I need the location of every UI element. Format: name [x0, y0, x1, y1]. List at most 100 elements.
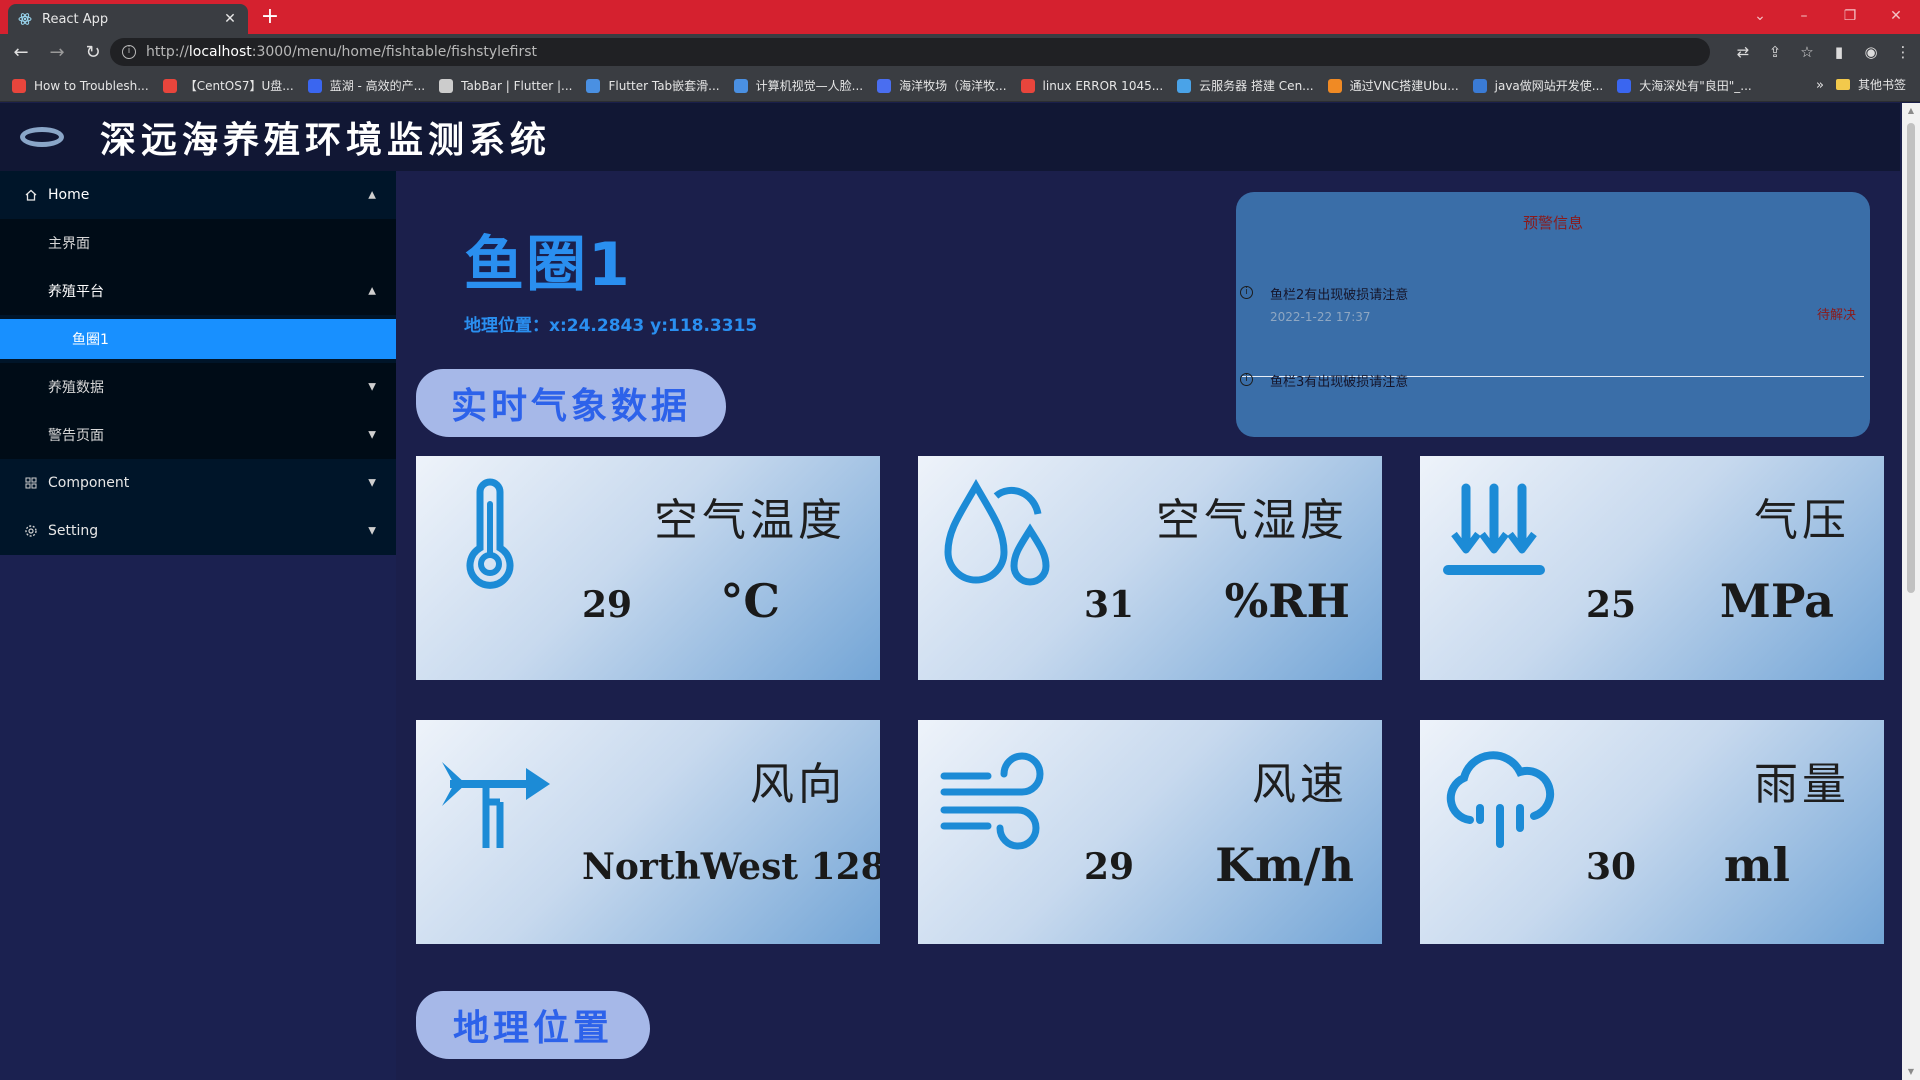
sidebar-item-breeding-data[interactable]: 养殖数据 ▼ — [0, 363, 396, 411]
bookmark-item[interactable]: 蓝湖 - 高效的产... — [307, 77, 426, 94]
profile-avatar-icon[interactable]: ◉ — [1856, 37, 1886, 67]
gear-icon — [24, 524, 38, 538]
card-label: 空气湿度 — [1156, 495, 1348, 546]
scroll-thumb[interactable] — [1907, 123, 1915, 593]
weather-card-air-pressure: 气压 25 MPa — [1420, 456, 1884, 680]
bookmark-item[interactable]: java做网站开发使... — [1472, 77, 1604, 94]
side-panel-icon[interactable]: ▮ — [1824, 37, 1854, 67]
bookmark-label: 海洋牧场（海洋牧... — [899, 79, 1007, 93]
card-value: 29 — [582, 584, 633, 626]
wind-vane-icon — [442, 762, 550, 848]
browser-toolbar: ← → ↻ i http://localhost:3000/menu/home/… — [0, 34, 1920, 70]
card-value: 31 — [1084, 584, 1135, 626]
bookmark-favicon-icon — [439, 78, 454, 93]
tab-title: React App — [42, 11, 109, 27]
sidebar-item-setting[interactable]: Setting ▼ — [0, 507, 396, 555]
bookmark-label: java做网站开发使... — [1494, 79, 1604, 93]
sidebar-item-label: 警告页面 — [48, 428, 104, 444]
alert-text: 鱼栏3有出现破损请注意 — [1270, 375, 1409, 390]
new-tab-icon[interactable]: + — [258, 6, 282, 30]
bookmark-label: 蓝湖 - 高效的产... — [329, 79, 426, 93]
bookmark-star-icon[interactable]: ☆ — [1792, 37, 1822, 67]
browser-menu-icon[interactable]: ⋮ — [1888, 37, 1918, 67]
sidebar-item-label: 养殖平台 — [48, 284, 104, 300]
bookmark-label: How to Troublesh... — [34, 78, 149, 93]
bookmarks-bar: How to Troublesh... 【CentOS7】U盘... 蓝湖 - 高效… — [0, 70, 1920, 102]
geo-section-title: 地理位置 — [416, 991, 650, 1059]
grid-icon — [24, 476, 38, 490]
scroll-up-icon[interactable]: ▲ — [1906, 106, 1916, 116]
restore-icon[interactable]: ❐ — [1834, 4, 1866, 28]
browser-tab[interactable]: React App ✕ — [8, 4, 248, 34]
scroll-down-icon[interactable]: ▼ — [1906, 1067, 1916, 1077]
chevron-down-icon: ▼ — [368, 477, 376, 489]
page-scrollbar[interactable]: ▲ ▼ — [1902, 103, 1920, 1080]
bookmark-item[interactable]: TabBar | Flutter |... — [439, 78, 572, 93]
sidebar-item-component[interactable]: Component ▼ — [0, 459, 396, 507]
back-icon[interactable]: ← — [6, 37, 36, 67]
bookmark-item[interactable]: 通过VNC搭建Ubu... — [1327, 77, 1459, 94]
alert-status[interactable]: 待解决 — [1817, 304, 1856, 323]
other-bookmarks-label: 其他书签 — [1857, 78, 1906, 92]
sidebar-item-label: Component — [48, 475, 130, 491]
bookmark-item[interactable]: 大海深处有"良田"_... — [1617, 77, 1752, 94]
bookmark-label: 【CentOS7】U盘... — [184, 79, 294, 93]
weather-section-title: 实时气象数据 — [416, 369, 726, 437]
sidebar-item-label: 养殖数据 — [48, 380, 104, 396]
url-prefix: http:// — [146, 44, 189, 60]
alert-text: 鱼栏2有出现破损请注意 — [1270, 288, 1409, 303]
translate-icon[interactable]: ⇄ — [1728, 37, 1758, 67]
bookmark-item[interactable]: Flutter Tab嵌套滑... — [586, 77, 720, 94]
close-window-icon[interactable]: ✕ — [1880, 4, 1912, 28]
bookmark-item[interactable]: linux ERROR 1045... — [1020, 78, 1164, 93]
share-icon[interactable]: ⇪ — [1760, 37, 1790, 67]
sidebar-item-home[interactable]: Home ▲ — [0, 171, 396, 219]
rain-cloud-icon — [1446, 751, 1555, 848]
chevron-up-icon: ▲ — [368, 285, 376, 297]
bookmark-favicon-icon — [733, 78, 748, 93]
alert-panel: 预警信息 i 鱼栏2有出现破损请注意 2022-1-22 17:37 待解决 i… — [1236, 192, 1870, 437]
card-unit: %RH — [1224, 574, 1350, 628]
address-bar[interactable]: i http://localhost:3000/menu/home/fishta… — [110, 38, 1710, 66]
minimize-icon[interactable]: – — [1788, 4, 1820, 28]
reload-icon[interactable]: ↻ — [78, 37, 108, 67]
info-circle-icon: i — [1240, 286, 1253, 299]
bookmark-favicon-icon — [877, 78, 892, 93]
card-value: NorthWest 128.3° — [582, 846, 880, 888]
bookmark-item[interactable]: How to Troublesh... — [12, 78, 149, 93]
chevron-down-icon: ▼ — [368, 381, 376, 393]
tab-search-icon[interactable]: ⌄ — [1744, 4, 1776, 28]
pressure-icon — [1443, 483, 1545, 575]
bookmarks-overflow-icon[interactable]: » — [1816, 78, 1824, 93]
sidebar-item-platform[interactable]: 养殖平台 ▲ — [0, 267, 396, 315]
site-info-icon[interactable]: i — [122, 45, 136, 59]
bookmark-label: 云服务器 搭建 Cen... — [1199, 79, 1314, 93]
card-value: 29 — [1084, 846, 1135, 888]
weather-card-wind-direction: 风向 NorthWest 128.3° — [416, 720, 880, 944]
folder-icon — [1835, 79, 1850, 90]
alert-time: 2022-1-22 17:37 — [1270, 310, 1371, 324]
bookmark-label: linux ERROR 1045... — [1042, 78, 1164, 93]
tab-close-icon[interactable]: ✕ — [222, 11, 238, 27]
bookmark-item[interactable]: 【CentOS7】U盘... — [162, 77, 294, 94]
card-label: 风速 — [1252, 759, 1348, 810]
humidity-icon — [944, 478, 1050, 586]
weather-card-wind-speed: 风速 29 Km/h — [918, 720, 1382, 944]
bookmark-favicon-icon — [12, 78, 26, 93]
sidebar-item-main-page[interactable]: 主界面 — [0, 219, 396, 267]
info-circle-icon: i — [1240, 373, 1253, 386]
other-bookmarks[interactable]: 其他书签 — [1835, 76, 1906, 93]
card-unit: ml — [1723, 838, 1790, 892]
weather-card-air-temperature: 空气温度 29 °C — [416, 456, 880, 680]
bookmark-item[interactable]: 计算机视觉—人脸... — [733, 77, 863, 94]
sidebar-item-fish-pen[interactable]: 鱼圈1 — [0, 319, 396, 359]
bookmark-favicon-icon — [1617, 78, 1632, 93]
bookmark-favicon-icon — [162, 78, 177, 93]
sidebar-item-warning-page[interactable]: 警告页面 ▼ — [0, 411, 396, 459]
bookmark-item[interactable]: 海洋牧场（海洋牧... — [877, 77, 1007, 94]
chevron-down-icon: ▼ — [368, 429, 376, 441]
bookmark-item[interactable]: 云服务器 搭建 Cen... — [1177, 77, 1314, 94]
home-icon — [24, 188, 38, 202]
bookmark-favicon-icon — [1177, 78, 1192, 93]
forward-icon[interactable]: → — [42, 37, 72, 67]
